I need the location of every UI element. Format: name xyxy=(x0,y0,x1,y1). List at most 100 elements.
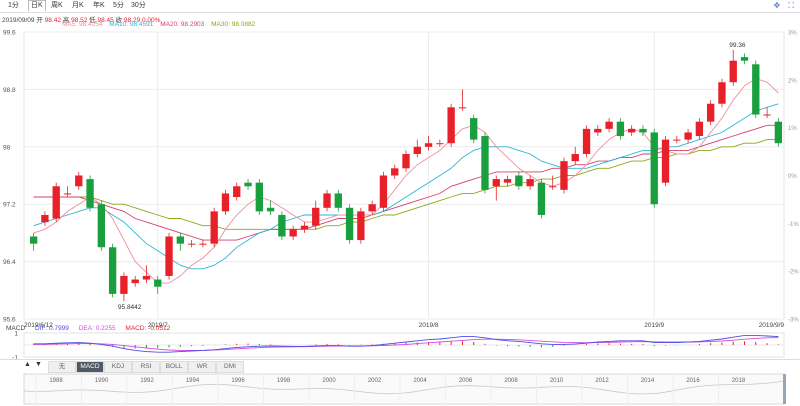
plot-frame xyxy=(23,31,785,320)
candle-body xyxy=(526,179,534,187)
candle-body xyxy=(233,186,241,198)
navigator-year-label: 1990 xyxy=(95,378,109,384)
candle-body xyxy=(52,186,60,219)
x-tick-label: 2019/9/9 xyxy=(759,322,785,329)
candle-body xyxy=(549,186,557,188)
candle-body xyxy=(75,175,83,187)
candle-body xyxy=(447,107,455,144)
navigator-year-label: 2002 xyxy=(368,378,382,384)
candle-body xyxy=(605,121,613,129)
navigator-year-label: 1992 xyxy=(140,378,154,384)
candle-body xyxy=(650,132,658,205)
candle-body xyxy=(221,193,230,212)
candle-body xyxy=(537,182,546,215)
max-price-label: 99.36 xyxy=(729,42,746,49)
candle-body xyxy=(357,211,365,241)
candle-body xyxy=(639,128,647,133)
candle-body xyxy=(97,204,106,248)
candle-body xyxy=(763,114,771,116)
indicator-tab-rsi[interactable]: RSI xyxy=(132,361,160,373)
candle-body xyxy=(199,243,207,245)
candle-body xyxy=(278,214,286,237)
candle-body xyxy=(86,179,94,208)
candle-body xyxy=(481,136,489,190)
candle-body xyxy=(379,175,388,208)
candle-body xyxy=(131,279,139,284)
y-tick-label: 98 xyxy=(3,144,11,151)
candle-body xyxy=(41,214,49,223)
candle-body xyxy=(345,207,354,241)
navigator-year-label: 2018 xyxy=(732,378,746,384)
range-navigator[interactable]: 1988 1990 1992 1994 1996 1998 2000 2002 2004 2006… xyxy=(0,373,800,406)
x-tick-label: 2019/8 xyxy=(419,322,439,329)
x-tick-label: 2019/9 xyxy=(644,322,664,329)
y-tick-label: 96.4 xyxy=(3,259,16,266)
pct-tick-label: 0% xyxy=(788,174,797,180)
candle-body xyxy=(628,128,636,133)
candle-body xyxy=(63,193,72,195)
indicator-tab-dmi[interactable]: DMI xyxy=(216,361,244,373)
candle-body xyxy=(492,179,500,187)
candle-body xyxy=(154,279,162,287)
y-tick-label: 97.2 xyxy=(3,202,16,209)
indicator-tab-none[interactable]: 无 xyxy=(48,361,76,373)
ma10-line xyxy=(33,103,779,270)
candle-body xyxy=(334,193,342,208)
candle-body xyxy=(29,236,38,244)
candle-body xyxy=(424,143,433,147)
candle-body xyxy=(266,207,275,212)
candle-body xyxy=(503,179,512,183)
indicator-tab-boll[interactable]: BOLL xyxy=(160,361,188,373)
navigator-year-label: 1998 xyxy=(277,378,291,384)
candle-body xyxy=(108,247,117,294)
candle-body xyxy=(616,121,625,137)
y-tick-label: 98.8 xyxy=(3,87,16,94)
navigator-year-label: 2012 xyxy=(595,378,609,384)
candle-body xyxy=(368,204,376,212)
candle-body xyxy=(323,193,331,208)
indicator-tab-kdj[interactable]: KDJ xyxy=(104,361,132,373)
indicator-tab-wr[interactable]: WR xyxy=(188,361,216,373)
navigator-year-label: 2006 xyxy=(459,378,473,384)
pct-tick-label: 2% xyxy=(788,78,797,84)
pct-tick-label: -1% xyxy=(788,222,799,228)
candle-body xyxy=(210,211,218,244)
candlestick-chart[interactable]: 95.696.497.29898.899.6 3%2%1%0%-1%-2%-3%2… xyxy=(0,0,800,361)
candle-body xyxy=(176,236,184,244)
navigator-year-label: 2016 xyxy=(686,378,700,384)
candle-body xyxy=(695,121,704,137)
candle-body xyxy=(413,146,421,154)
candle-body xyxy=(740,57,749,61)
pct-tick-label: -2% xyxy=(788,270,799,276)
y-tick-label: 95.6 xyxy=(3,317,16,324)
candle-body xyxy=(458,107,467,109)
candle-body xyxy=(594,128,602,133)
candle-body xyxy=(402,153,410,169)
scroll-down-icon[interactable]: ▼ xyxy=(35,361,42,368)
scroll-up-icon[interactable]: ▲ xyxy=(24,361,31,368)
candle-body xyxy=(661,139,670,183)
indicator-tab-macd[interactable]: MACD xyxy=(76,361,104,373)
navigator-year-label: 2008 xyxy=(504,378,518,384)
candle-body xyxy=(571,153,579,162)
candle-body xyxy=(706,103,715,122)
macd-value-legend: MACD: -0.0512 xyxy=(125,325,171,332)
candle-body xyxy=(391,168,399,176)
min-price-label: 95.8442 xyxy=(118,304,142,311)
candle-body xyxy=(582,128,591,154)
navigator-year-label: 2004 xyxy=(413,378,427,384)
macd-title: MACD xyxy=(6,325,26,332)
dea-legend: DEA: 0.2255 xyxy=(78,325,116,332)
candle-body xyxy=(560,161,568,190)
candle-body xyxy=(436,143,444,145)
pct-tick-label: 3% xyxy=(788,31,797,37)
dea-line xyxy=(33,337,779,351)
macd-legend: MACD DIF: 0.7999 DEA: 0.2255 MACD: -0.05… xyxy=(6,325,178,332)
candle-body xyxy=(142,275,151,280)
navigator-year-label: 1996 xyxy=(231,378,245,384)
candle-body xyxy=(120,275,128,294)
candle-body xyxy=(255,182,263,212)
candle-body xyxy=(718,82,726,104)
candle-body xyxy=(312,207,320,226)
navigator-year-label: 2010 xyxy=(550,378,564,384)
